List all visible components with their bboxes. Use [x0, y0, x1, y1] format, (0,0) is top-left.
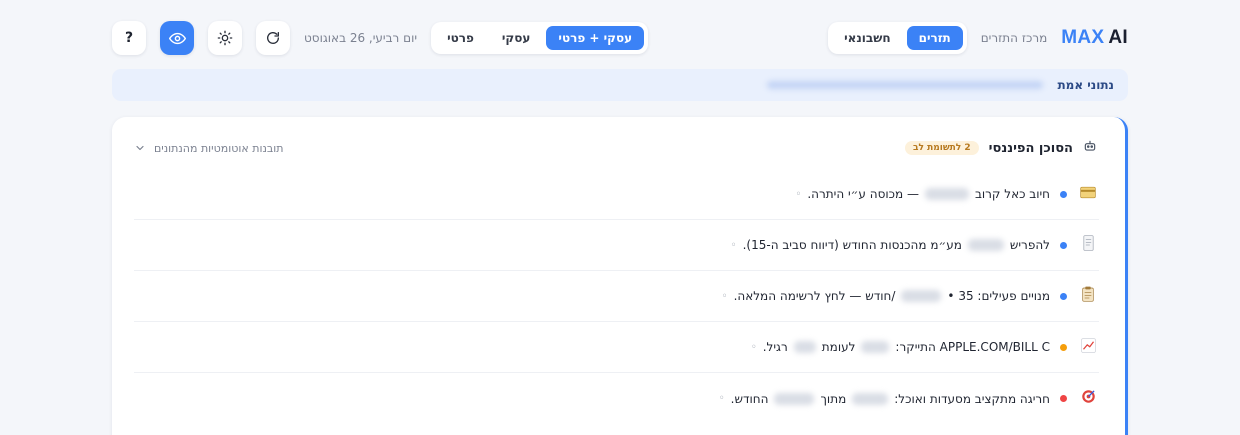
credit-card-icon: [1077, 186, 1099, 203]
insight-text-tail: החודש.: [730, 391, 769, 406]
insights-list: חיוב כאל קרוב — מכוסה ע״י היתרה. ◦ להפריש מע…: [134, 169, 1099, 424]
brand-logo: MAX AI: [1061, 27, 1128, 49]
chevron-down-icon: [136, 145, 144, 151]
refresh-button[interactable]: [256, 21, 290, 55]
insight-text: חריגה מתקציב מסעדות ואוכל: מתוך החודש. ◦: [719, 392, 1050, 406]
financial-agent-card: הסוכן הפיננסי 2 לתשומת לב תובנות אוטומטי…: [112, 117, 1128, 435]
insight-row[interactable]: חריגה מתקציב מסעדות ואוכל: מתוך החודש. ◦: [134, 373, 1099, 424]
banner-blurred-text: [767, 81, 1044, 89]
blurred-amount: [861, 341, 890, 353]
agent-title: הסוכן הפיננסי: [988, 140, 1073, 156]
blurred-amount: [967, 239, 1004, 251]
card-header: הסוכן הפיננסי 2 לתשומת לב תובנות אוטומטי…: [134, 137, 1097, 159]
controls-group: עסקי + פרטי עסקי פרטי יום רביעי, 26 באוג…: [112, 21, 649, 55]
more-indicator: ◦: [730, 239, 737, 251]
sun-icon: [217, 30, 233, 46]
insight-text-start: להפריש: [1009, 238, 1050, 252]
insight-text-end: לעומת: [821, 340, 856, 354]
insight-text-start: מנויים פעילים: 35 •: [947, 289, 1050, 303]
insight-row[interactable]: APPLE.COM/BILL C התייקר: לעומת רגיל. ◦: [134, 322, 1099, 373]
insight-text: APPLE.COM/BILL C התייקר: לעומת רגיל. ◦: [751, 340, 1050, 354]
insight-text: להפריש מע״מ מהכנסות החודש (דיווח סביב ה-1…: [731, 238, 1050, 252]
top-bar: MAX AI מרכז התזרים תזרים חשבונאי עסקי + פ…: [112, 20, 1128, 56]
more-indicator: ◦: [795, 188, 802, 200]
data-source-banner: נתוני אמת: [112, 69, 1128, 101]
current-date: יום רביעי, 26 באוגוסט: [304, 31, 418, 45]
severity-dot: [1060, 395, 1067, 402]
insight-text-end: — מכוסה ע״י היתרה.: [807, 187, 919, 201]
severity-dot: [1060, 343, 1067, 351]
attention-badge: 2 לתשומת לב: [905, 141, 979, 155]
insight-row[interactable]: להפריש מע״מ מהכנסות החודש (דיווח סביב ה-1…: [134, 220, 1099, 271]
tab-accounting[interactable]: חשבונאי: [832, 26, 903, 50]
refresh-icon: [267, 31, 279, 44]
insight-text-start: חריגה מתקציב מסעדות ואוכל:: [894, 391, 1050, 406]
insights-toggle-label: תובנות אוטומטיות מהנתונים: [154, 141, 284, 155]
eye-icon: [168, 32, 186, 44]
help-icon: ?: [124, 30, 134, 46]
insight-text: מנויים פעילים: 35 • /חודש — לחץ לרשימה המ…: [722, 289, 1050, 303]
more-indicator: ◦: [718, 393, 725, 404]
brand-group: MAX AI מרכז התזרים תזרים חשבונאי: [828, 22, 1128, 54]
clipboard-icon: [1077, 286, 1099, 306]
scope-business-private[interactable]: עסקי + פרטי: [546, 26, 645, 50]
severity-dot: [1060, 190, 1067, 198]
blurred-amount: [852, 392, 889, 405]
insight-text-end: מע״מ מהכנסות החודש (דיווח סביב ה-15).: [742, 238, 962, 252]
banner-label: נתוני אמת: [1057, 78, 1114, 92]
more-indicator: ◦: [721, 290, 728, 302]
scope-switch: עסקי + פרטי עסקי פרטי: [431, 22, 649, 54]
robot-icon: [1083, 139, 1097, 157]
target-icon: [1077, 389, 1099, 408]
insight-text-end: /חודש — לחץ לרשימה המלאה.: [733, 289, 896, 303]
brand-ai: AI: [1108, 27, 1128, 48]
view-tabs: תזרים חשבונאי: [828, 22, 967, 54]
insight-text-start: APPLE.COM/BILL C התייקר:: [895, 340, 1050, 354]
blurred-amount: [924, 188, 969, 200]
insight-text-end: מתוך: [820, 391, 847, 406]
blurred-amount: [793, 341, 816, 353]
blurred-amount: [901, 290, 942, 302]
theme-toggle-button[interactable]: [208, 21, 242, 55]
privacy-toggle-button[interactable]: [160, 21, 194, 55]
severity-dot: [1060, 292, 1067, 300]
chart-up-icon: [1077, 337, 1099, 357]
severity-dot: [1060, 241, 1067, 249]
scope-private[interactable]: פרטי: [435, 26, 486, 50]
more-indicator: ◦: [750, 341, 757, 353]
brand-max: MAX: [1061, 27, 1105, 48]
insight-row[interactable]: מנויים פעילים: 35 • /חודש — לחץ לרשימה המ…: [134, 271, 1099, 322]
insights-toggle[interactable]: תובנות אוטומטיות מהנתונים: [134, 142, 283, 155]
insight-text-start: חיוב כאל קרוב: [974, 187, 1050, 201]
insight-row[interactable]: חיוב כאל קרוב — מכוסה ע״י היתרה. ◦: [134, 169, 1099, 220]
blurred-amount: [774, 392, 815, 405]
card-title-group: הסוכן הפיננסי 2 לתשומת לב: [905, 139, 1097, 157]
tab-cashflow[interactable]: תזרים: [906, 26, 963, 50]
brand-subtitle: מרכז התזרים: [980, 31, 1048, 45]
receipt-icon: [1077, 235, 1099, 255]
scope-business[interactable]: עסקי: [490, 26, 543, 50]
insight-text: חיוב כאל קרוב — מכוסה ע״י היתרה. ◦: [795, 187, 1050, 201]
help-button[interactable]: ?: [112, 21, 146, 55]
insight-text-tail: רגיל.: [762, 340, 788, 354]
